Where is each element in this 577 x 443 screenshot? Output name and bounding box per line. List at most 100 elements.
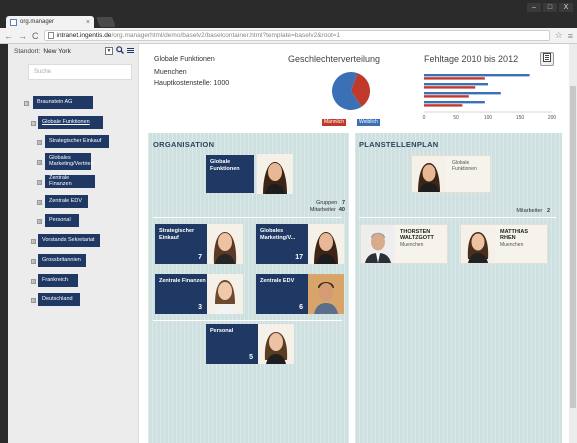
person-card[interactable]: MATTHIAS RHEN Muenchen: [460, 224, 548, 264]
minimize-button[interactable]: –: [527, 3, 541, 12]
browser-tab[interactable]: org.manager ×: [6, 16, 94, 28]
tree-node-grossbritannien[interactable]: Grossbritannien: [38, 254, 86, 267]
collapse-icon[interactable]: ⊟: [24, 101, 29, 106]
tree-node-label: Frankreich: [42, 276, 68, 283]
plan-staff-label: Mitarbeiter: [516, 208, 543, 214]
tree-node-braunstein-ag[interactable]: Braunstein AG: [33, 96, 93, 109]
page-scrollbar-thumb[interactable]: [570, 86, 576, 408]
person-card[interactable]: THORSTEN WALTZGOTT Muenchen: [360, 224, 448, 264]
person-location: Muenchen: [400, 242, 424, 248]
url-host: intranet.ingentis.de: [56, 32, 112, 39]
expand-icon[interactable]: ⊞: [37, 200, 42, 205]
plan-root-card[interactable]: Globale Funktionen: [411, 155, 491, 193]
bar: [424, 77, 485, 80]
woman-portrait-icon: [207, 274, 243, 314]
expand-icon[interactable]: ⊞: [37, 160, 42, 165]
expand-icon[interactable]: ⊞: [37, 180, 42, 185]
plan-stats: Mitarbeiter 2: [490, 208, 550, 215]
tree-node-deutschland[interactable]: Deutschland: [38, 293, 80, 306]
legend-female: Weiblich: [357, 119, 380, 126]
expand-icon[interactable]: ⊞: [31, 259, 36, 264]
expand-icon[interactable]: ⊞: [37, 140, 42, 145]
bar: [424, 95, 469, 98]
search-input[interactable]: Suche: [28, 64, 132, 80]
url-path: /org.managerhtml/demo/baselv2/baselconta…: [111, 32, 341, 39]
org-unit-count: 5: [249, 354, 253, 361]
org-stats: Gruppen 7 Mitarbeiter 40: [285, 200, 345, 214]
org-unit-name: Personal: [210, 328, 234, 334]
divider: [153, 217, 342, 218]
forward-icon[interactable]: →: [18, 31, 27, 41]
unit-location: Muenchen: [154, 69, 187, 76]
expand-icon[interactable]: ⊞: [31, 279, 36, 284]
org-unit-card[interactable]: Globales Marketing/V... 17: [256, 224, 308, 264]
browser-menu-icon[interactable]: ≡: [568, 31, 573, 41]
tree-node-zentrale-finanzen[interactable]: Zentrale Finanzen: [45, 175, 95, 188]
staff-value: 40: [338, 207, 345, 213]
cost-center: Hauptkostenstelle: 1000: [154, 80, 230, 87]
chevron-down-icon[interactable]: ▼: [105, 47, 113, 55]
document-icon: [47, 32, 54, 39]
gender-chart-title: Geschlechterverteilung: [288, 54, 381, 64]
tree-node-label: Zentrale Finanzen: [49, 174, 72, 187]
expand-icon[interactable]: ⊞: [37, 219, 42, 224]
x-tick-label: 50: [453, 115, 459, 121]
tree-node-label: Zentrale EDV: [49, 197, 83, 204]
staff-label: Mitarbeiter: [309, 207, 336, 213]
plan-root-line2: Funktionen: [452, 166, 477, 172]
location-value[interactable]: New York: [43, 48, 102, 55]
tree-node-strategischer-einkauf[interactable]: Strategischer Einkauf: [45, 135, 109, 148]
org-unit-card[interactable]: Strategischer Einkauf 7: [155, 224, 207, 264]
tree-node-label: Vorstands Sekretariat: [42, 236, 95, 243]
search-icon[interactable]: [116, 46, 124, 56]
tree-node-frankreich[interactable]: Frankreich: [38, 274, 78, 287]
woman-portrait-icon: [257, 154, 293, 194]
divider: [359, 217, 556, 218]
tree-node-label: Deutschland: [42, 295, 73, 302]
collapse-icon[interactable]: ⊟: [31, 121, 36, 126]
org-unit-card[interactable]: Personal 5: [206, 324, 258, 364]
tree-node-vorstands-sekretariat[interactable]: Vorstands Sekretariat: [38, 234, 100, 247]
reload-icon[interactable]: C: [32, 31, 39, 41]
divider: [153, 320, 342, 321]
org-root-card[interactable]: Globale Funktionen: [206, 155, 254, 193]
expand-icon[interactable]: ⊞: [31, 298, 36, 303]
export-button[interactable]: [540, 52, 554, 66]
org-unit-card[interactable]: Zentrale EDV 6: [256, 274, 308, 314]
tree-node-label: Personal: [49, 216, 71, 223]
bookmark-star-icon[interactable]: ☆: [555, 30, 563, 41]
x-tick-label: 200: [548, 115, 557, 121]
x-tick-label: 0: [423, 115, 426, 121]
bar: [424, 83, 488, 86]
org-unit-count: 17: [295, 254, 303, 261]
tree-node-label: Grossbritannien: [42, 256, 81, 263]
close-tab-icon[interactable]: ×: [86, 19, 90, 26]
tree-node-label: Globales Marketing/Vertrieb: [49, 154, 94, 167]
tree-node-globale-funktionen[interactable]: Globale Funktionen: [38, 116, 103, 129]
tab-title: org.manager: [20, 19, 55, 25]
org-unit-name: Globale Funktionen: [210, 159, 240, 172]
address-bar-row: ← → C intranet.ingentis.de/org.managerht…: [0, 28, 577, 44]
unit-name: Globale Funktionen: [154, 56, 215, 63]
close-window-button[interactable]: X: [559, 3, 573, 12]
x-tick-label: 150: [516, 115, 525, 121]
tree-node-globales-marketing[interactable]: Globales Marketing/Vertrieb: [45, 153, 94, 170]
org-unit-card[interactable]: Zentrale Finanzen 3: [155, 274, 207, 314]
maximize-button[interactable]: □: [543, 3, 557, 12]
back-icon[interactable]: ←: [4, 31, 13, 41]
list-view-icon[interactable]: [127, 47, 134, 56]
tree-node-label: Strategischer Einkauf: [49, 137, 102, 144]
man-portrait-icon: [308, 274, 344, 314]
tree-node-personal[interactable]: Personal: [45, 214, 79, 227]
expand-icon[interactable]: ⊞: [31, 239, 36, 244]
page-icon: [10, 18, 17, 26]
bar: [424, 101, 485, 104]
tree-node-zentrale-edv[interactable]: Zentrale EDV: [45, 195, 88, 208]
location-label: Standort:: [14, 47, 41, 55]
new-tab-button[interactable]: [96, 17, 116, 27]
woman-portrait-icon: [412, 156, 446, 192]
tree-node-label: Globale Funktionen: [42, 118, 90, 125]
woman-portrait-icon: [258, 324, 294, 364]
url-field[interactable]: intranet.ingentis.de/org.managerhtml/dem…: [43, 30, 550, 41]
organisation-title: ORGANISATION: [153, 140, 215, 149]
